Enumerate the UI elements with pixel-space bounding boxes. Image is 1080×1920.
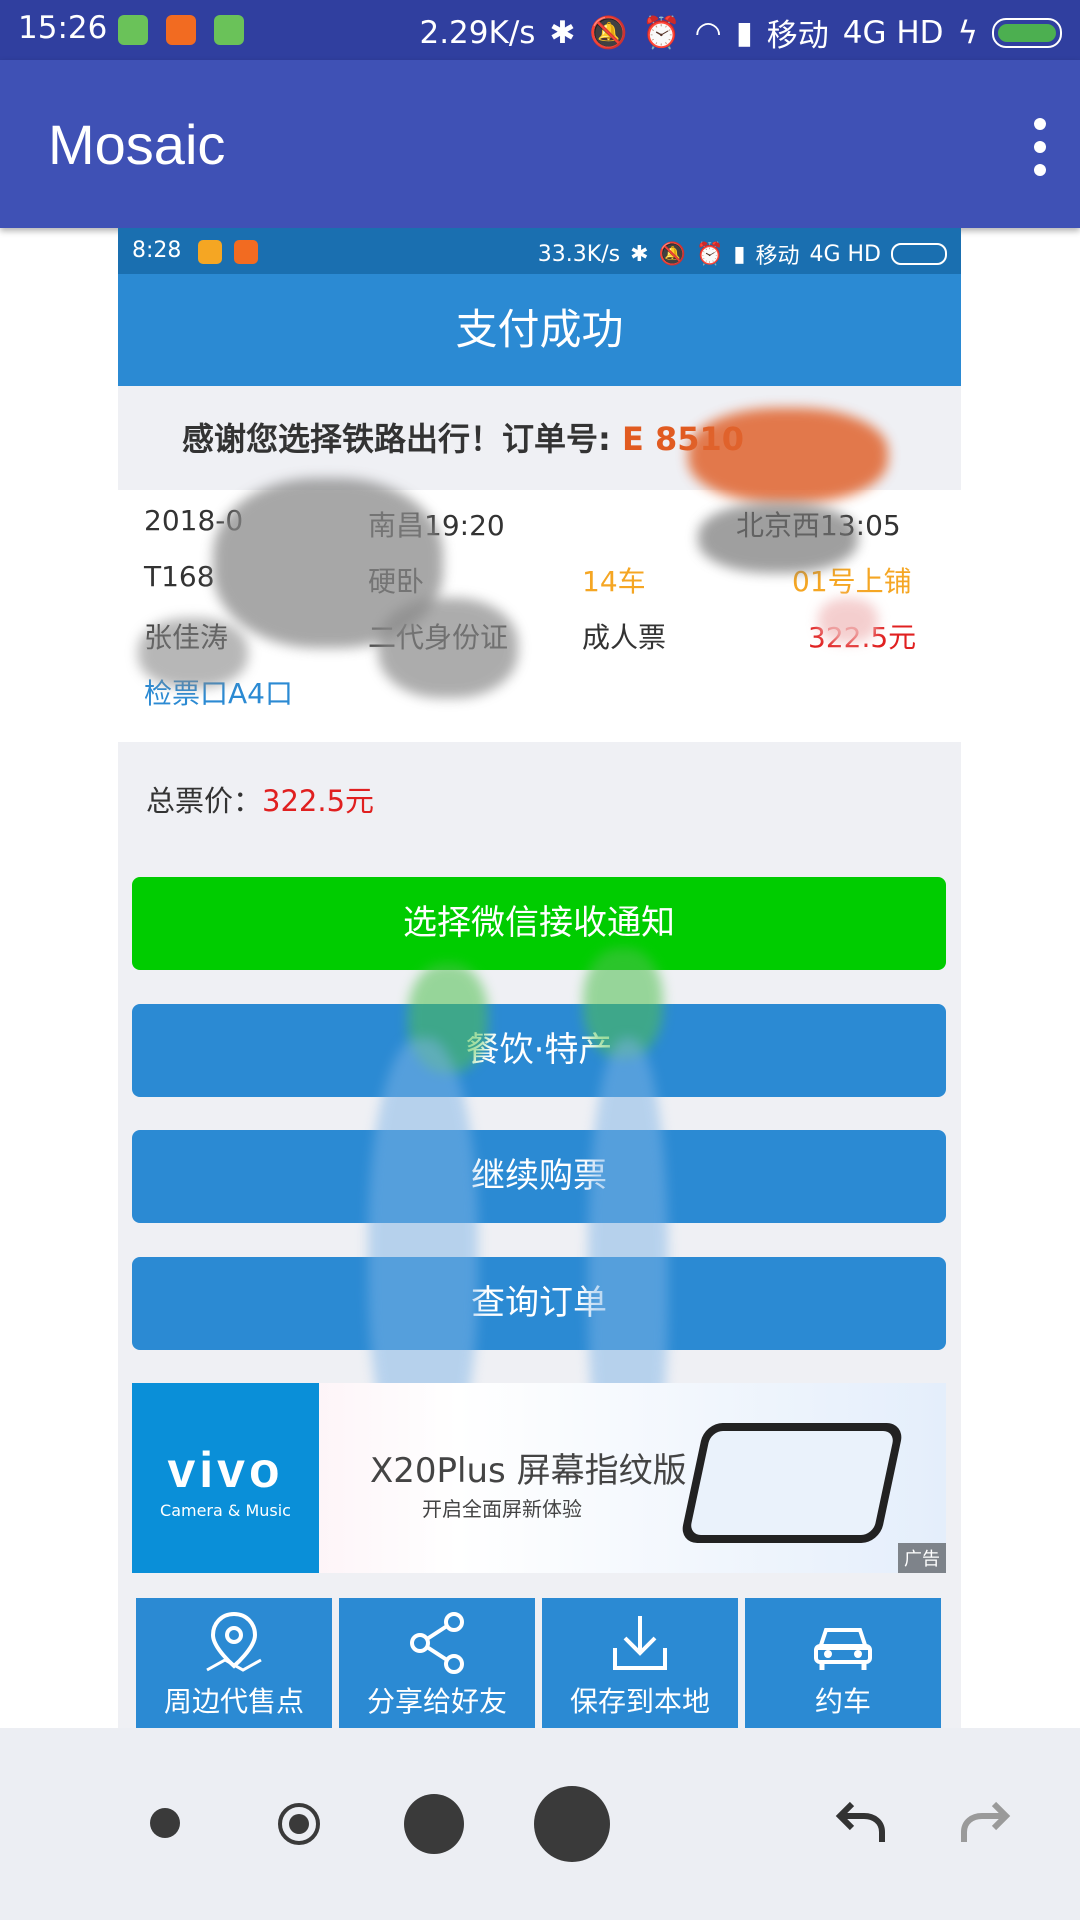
- carrier: 移动: [766, 18, 829, 54]
- wechat-notify-button[interactable]: 选择微信接收通知: [132, 877, 946, 970]
- tile-book-car[interactable]: 约车: [745, 1598, 941, 1730]
- brush-size-medium-selected[interactable]: [278, 1803, 320, 1845]
- app-title: Mosaic: [48, 113, 226, 176]
- signal-icon: ▮: [735, 14, 753, 51]
- total-label: 总票价：: [146, 784, 263, 818]
- inner-mute-icon: 🔕: [658, 241, 686, 267]
- alarm-icon: ⏰: [642, 15, 681, 51]
- wifi-icon: ◠: [694, 14, 722, 51]
- brush-size-small[interactable]: [150, 1808, 180, 1838]
- undo-icon[interactable]: [832, 1800, 888, 1850]
- action-tiles: 周边代售点 分享给好友 保存到本地 约车: [136, 1598, 944, 1730]
- inner-net-speed: 33.3K/s: [537, 241, 621, 267]
- status-bar: 15:26 2.29K/s ✱ 🔕 ⏰ ◠ ▮ 移动 4G HD ϟ: [0, 0, 1080, 60]
- continue-buying-button[interactable]: 继续购票: [132, 1130, 946, 1223]
- mosaic-smudge: [378, 598, 518, 698]
- ticket-type: 成人票: [582, 621, 667, 654]
- thanks-label: 感谢您选择铁路出行！订单号: E 8510: [182, 414, 744, 460]
- app-bar: Mosaic: [0, 60, 1080, 228]
- download-icon: [613, 1616, 667, 1670]
- ad-subline: 开启全面屏新体验: [422, 1497, 582, 1521]
- mosaic-smudge: [688, 408, 888, 503]
- tile-label: 周边代售点: [163, 1685, 304, 1718]
- total-price: 322.5元: [262, 784, 375, 818]
- phone-image: [679, 1423, 905, 1543]
- ad-brand: vivo: [167, 1442, 284, 1498]
- share-icon: [410, 1612, 464, 1674]
- net-speed: 2.29K/s: [419, 14, 536, 51]
- inner-signal-icon: ▮: [733, 241, 746, 267]
- inner-carrier: 移动: [755, 244, 800, 269]
- ad-banner[interactable]: vivo Camera & Music X20Plus 屏幕指纹版 开启全面屏新…: [132, 1383, 946, 1573]
- ticket-car: 14车: [582, 565, 646, 598]
- inner-mi-icon: [234, 240, 258, 264]
- redo-icon[interactable]: [958, 1800, 1014, 1850]
- ad-headline: X20Plus 屏幕指纹版: [370, 1451, 687, 1491]
- tile-save-local[interactable]: 保存到本地: [542, 1598, 738, 1730]
- vivo-logo: vivo Camera & Music: [132, 1383, 319, 1573]
- payment-success-header: 支付成功: [118, 274, 961, 386]
- car-icon: [814, 1628, 872, 1670]
- inner-status-bar: 8:28 33.3K/s ✱ 🔕 ⏰ ▮ 移动 4G HD: [118, 228, 961, 274]
- inner-battery-icon: [891, 243, 947, 265]
- tile-label: 分享给好友: [366, 1685, 507, 1718]
- tile-label: 约车: [814, 1685, 871, 1718]
- battery-icon: [992, 17, 1062, 48]
- charging-icon: ϟ: [957, 14, 978, 51]
- query-orders-button[interactable]: 查询订单: [132, 1257, 946, 1350]
- inner-status-time: 8:28: [132, 238, 182, 263]
- total-price-row: 总票价：322.5元: [146, 778, 374, 820]
- mute-icon: 🔕: [589, 15, 629, 51]
- food-specialty-button[interactable]: 餐饮·特产: [132, 1004, 946, 1097]
- status-time: 15:26: [18, 10, 108, 46]
- tile-label: 保存到本地: [569, 1685, 710, 1718]
- sim-app-icon: [118, 15, 148, 45]
- edited-screenshot[interactable]: 8:28 33.3K/s ✱ 🔕 ⏰ ▮ 移动 4G HD 支付成功 感谢您选择…: [118, 228, 961, 1730]
- tile-nearby-agents[interactable]: 周边代售点: [136, 1598, 332, 1730]
- map-pin-icon: [206, 1611, 262, 1672]
- ad-tag: 广告: [898, 1543, 946, 1573]
- mi-app-icon: [166, 15, 196, 45]
- mosaic-smudge: [138, 618, 248, 688]
- ticket-train: T168: [144, 560, 215, 593]
- ad-brand-sub: Camera & Music: [160, 1501, 291, 1520]
- overflow-menu-icon[interactable]: [1034, 118, 1046, 187]
- network-type: 4G HD: [842, 14, 944, 51]
- tile-share-friends[interactable]: 分享给好友: [339, 1598, 535, 1730]
- brush-size-large[interactable]: [404, 1794, 464, 1854]
- mosaic-smudge: [698, 503, 858, 573]
- bluetooth-icon: ✱: [549, 14, 576, 51]
- inner-app-icon: [198, 240, 222, 264]
- brush-toolbar: [0, 1728, 1080, 1920]
- inner-alarm-icon: ⏰: [695, 241, 724, 267]
- brush-size-xlarge[interactable]: [534, 1786, 610, 1862]
- thanks-text: 感谢您选择铁路出行！订单号:: [182, 420, 622, 458]
- inner-bluetooth-icon: ✱: [630, 241, 649, 267]
- inner-network: 4G HD: [809, 241, 881, 267]
- android-app-icon: [214, 15, 244, 45]
- mosaic-smudge: [818, 598, 878, 643]
